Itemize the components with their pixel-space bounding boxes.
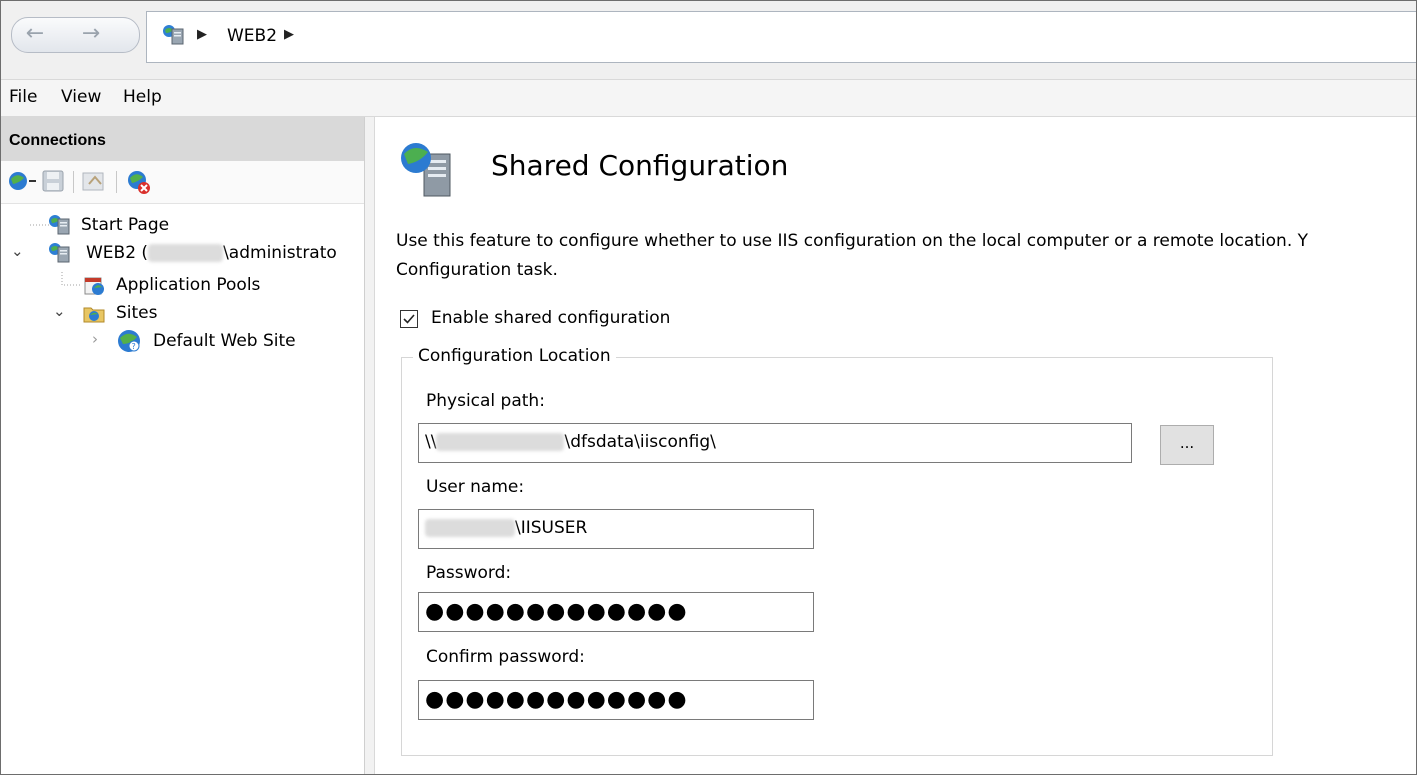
tree-label-start-page: Start Page	[81, 215, 170, 235]
password-value: ●●●●●●●●●●●●●	[425, 599, 688, 624]
breadcrumb-item-web2[interactable]: WEB2	[227, 26, 277, 46]
password-input[interactable]: ●●●●●●●●●●●●●	[418, 592, 814, 632]
tree-label-web2: WEB2 (	[86, 243, 149, 263]
user-name-value: \IISUSER	[515, 518, 588, 538]
shared-configuration-icon	[401, 143, 451, 197]
checkmark-icon	[403, 314, 415, 324]
connections-title: Connections	[9, 132, 106, 149]
browse-button[interactable]: ...	[1160, 425, 1214, 465]
redacted-text	[148, 244, 224, 262]
up-level-icon[interactable]	[81, 169, 107, 193]
tree-label-sites: Sites	[116, 303, 158, 323]
redacted-text	[436, 433, 565, 451]
user-name-input[interactable]: \IISUSER	[418, 509, 814, 549]
chevron-right-icon[interactable]: ›	[92, 330, 98, 348]
description-line-2: Configuration task.	[396, 260, 558, 280]
iis-manager-window: ← → ▶ WEB2 ▶ File View Help Connections	[0, 0, 1417, 775]
server-icon	[49, 243, 70, 263]
menu-help[interactable]: Help	[123, 87, 162, 107]
confirm-password-input[interactable]: ●●●●●●●●●●●●●	[418, 680, 814, 720]
tree-item-start-page[interactable]: Start Page	[1, 212, 361, 240]
menu-file[interactable]: File	[9, 87, 37, 107]
toolbar-divider	[73, 171, 74, 193]
toolbar-divider	[116, 171, 117, 193]
group-title: Configuration Location	[413, 346, 616, 366]
tree-label-application-pools: Application Pools	[116, 275, 261, 295]
app-pool-icon	[84, 277, 104, 295]
password-label: Password:	[426, 563, 512, 583]
confirm-password-label: Confirm password:	[426, 647, 585, 667]
svg-text:?: ?	[132, 342, 136, 351]
chevron-down-icon[interactable]: ⌄	[11, 242, 24, 260]
back-button[interactable]: ←	[18, 21, 52, 49]
chevron-down-icon[interactable]: ⌄	[53, 302, 66, 320]
connections-toolbar	[1, 161, 364, 204]
confirm-password-value: ●●●●●●●●●●●●●	[425, 687, 688, 712]
address-bar: ← → ▶ WEB2 ▶	[1, 1, 1416, 80]
shared-configuration-pane: Shared Configuration Use this feature to…	[376, 117, 1416, 774]
tree-label-web2-user: \administrato	[223, 243, 337, 263]
folder-icon	[83, 307, 105, 323]
feature-description: Use this feature to configure whether to…	[396, 227, 1416, 285]
save-icon[interactable]	[41, 169, 65, 193]
physical-path-prefix: \\	[425, 432, 437, 452]
connect-globe-icon[interactable]	[7, 169, 39, 193]
page-title: Shared Configuration	[491, 149, 789, 182]
tree-item-default-web-site[interactable]: › ? Default Web Site	[1, 328, 361, 356]
tree-item-application-pools[interactable]: Application Pools	[1, 272, 361, 300]
redacted-text	[425, 519, 515, 537]
server-home-icon	[49, 215, 70, 235]
breadcrumb-separator: ▶	[197, 27, 207, 42]
tree-item-web2[interactable]: ⌄ WEB2 ( \administrato	[1, 240, 364, 268]
connections-header: Connections	[1, 117, 364, 161]
pane-splitter[interactable]	[365, 117, 375, 774]
menu-bar: File View Help	[1, 80, 1416, 117]
description-line-1: Use this feature to configure whether to…	[396, 231, 1309, 251]
tree-label-default-web-site: Default Web Site	[153, 331, 296, 351]
server-home-icon	[163, 25, 184, 45]
enable-shared-configuration-label: Enable shared configuration	[431, 308, 671, 328]
tree-item-sites[interactable]: ⌄ Sites	[1, 300, 361, 328]
address-path[interactable]: ▶ WEB2 ▶	[146, 11, 1416, 63]
checkbox-box[interactable]	[400, 310, 418, 328]
navigation-buttons: ← →	[11, 17, 140, 53]
website-globe-icon: ?	[118, 330, 140, 352]
physical-path-suffix: \dfsdata\iisconfig\	[564, 432, 716, 452]
physical-path-input[interactable]: \\ \dfsdata\iisconfig\	[418, 423, 1132, 463]
disconnect-icon[interactable]	[125, 169, 153, 195]
menu-view[interactable]: View	[61, 87, 101, 107]
user-name-label: User name:	[426, 477, 525, 497]
physical-path-label: Physical path:	[426, 391, 545, 411]
forward-button[interactable]: →	[74, 21, 108, 49]
connections-pane: Connections Start Page ⌄ WEB2 (\adminis…	[1, 117, 365, 774]
breadcrumb-separator[interactable]: ▶	[284, 27, 294, 42]
